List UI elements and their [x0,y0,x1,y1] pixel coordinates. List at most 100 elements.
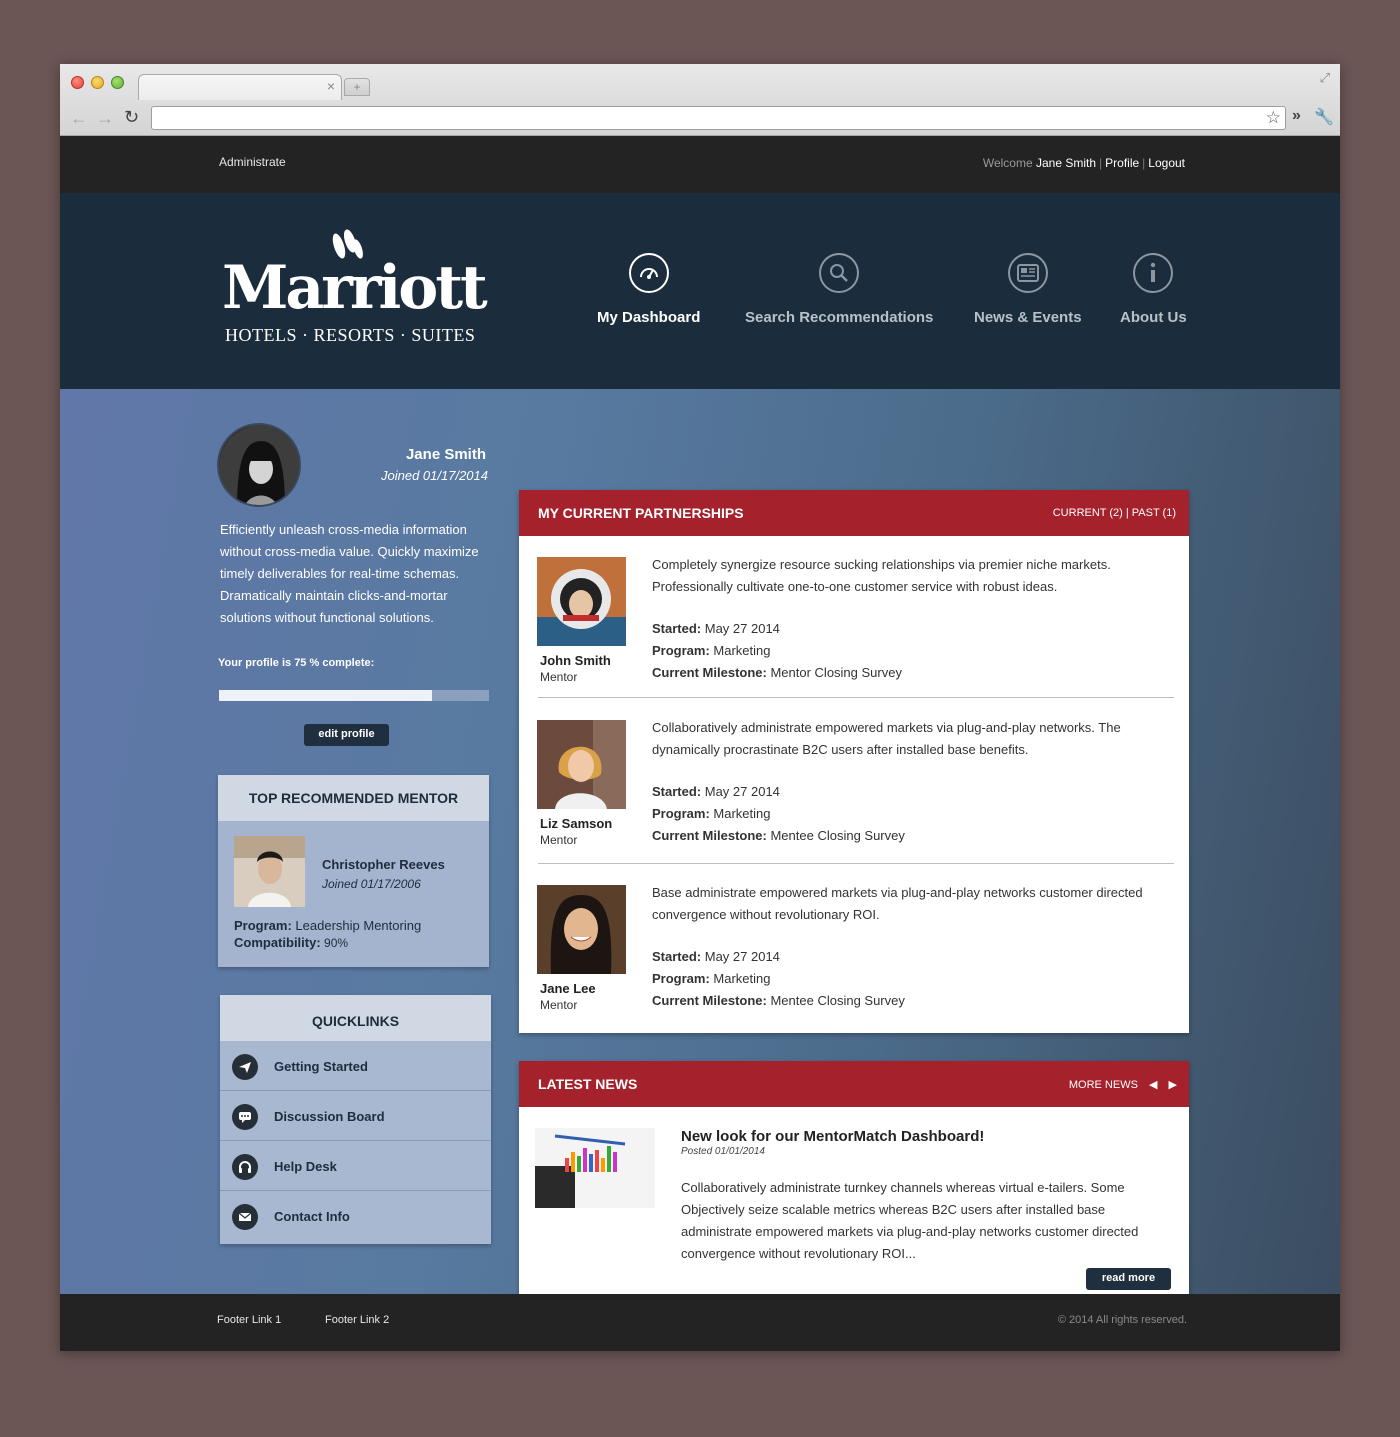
browser-window: × + ⤢ ← → ↻ ☆ » 🔧 Administrate Welcome J… [60,64,1340,1351]
quicklink-label: Getting Started [274,1059,368,1074]
fullscreen-icon[interactable]: ⤢ [1320,70,1330,86]
started-label: Started: [652,949,702,964]
program-label: Program: [652,643,710,658]
new-tab-button[interactable]: + [344,78,370,96]
partner-role: Mentor [540,833,578,847]
extensions-chevron-icon[interactable]: » [1292,107,1301,125]
card-header: LATEST NEWS MORE NEWS ◀ ▶ [519,1061,1189,1107]
user-menu: Welcome Jane Smith | Profile | Logout [983,156,1185,170]
partner-photo[interactable] [537,557,626,646]
main-content: Jane Smith Joined 01/17/2014 Efficiently… [60,389,1340,1308]
partner-photo[interactable] [537,720,626,809]
nav-label: My Dashboard [597,309,701,326]
nav-label: Search Recommendations [745,309,934,326]
logo-wordmark: Marriott [222,253,488,323]
program-value: Marketing [713,971,771,986]
quicklink-label: Discussion Board [274,1109,385,1124]
nav-my-dashboard[interactable]: My Dashboard [597,253,700,326]
bookmark-star-icon[interactable]: ☆ [1266,108,1281,128]
back-arrow-icon[interactable]: ← [70,108,88,129]
program-label: Program: [234,918,292,933]
quicklink-getting-started[interactable]: Getting Started [220,1041,491,1091]
reload-icon[interactable]: ↻ [124,107,139,128]
edit-profile-button[interactable]: edit profile [304,724,389,746]
partnership-program: Program: Marketing [652,806,771,821]
program-label: Program: [652,806,710,821]
partner-name[interactable]: John Smith [540,653,611,668]
partnerships-filter[interactable]: CURRENT (2) | PAST (1) [1053,507,1176,519]
progress-fill [219,690,433,701]
quicklink-contact-info[interactable]: Contact Info [220,1191,491,1241]
next-arrow-icon[interactable]: ▶ [1169,1079,1177,1091]
address-bar[interactable]: ☆ [151,106,1286,130]
nav-news-events[interactable]: News & Events [974,253,1082,326]
milestone-label: Current Milestone: [652,993,767,1008]
nav-label: News & Events [974,309,1082,326]
quicklink-discussion-board[interactable]: Discussion Board [220,1091,491,1141]
partner-role: Mentor [540,670,578,684]
administrate-link[interactable]: Administrate [219,155,286,169]
news-title[interactable]: New look for our MentorMatch Dashboard! [681,1128,984,1145]
news-thumbnail[interactable] [535,1128,655,1208]
quicklink-help-desk[interactable]: Help Desk [220,1141,491,1191]
forward-arrow-icon[interactable]: → [96,108,114,129]
mentor-compatibility: Compatibility: 90% [234,935,348,950]
wrench-menu-icon[interactable]: 🔧 [1314,107,1334,127]
mentor-photo[interactable] [234,836,305,907]
partner-name[interactable]: Liz Samson [540,816,612,831]
partner-role: Mentor [540,998,578,1012]
profile-progress-bar [219,690,489,701]
profile-avatar[interactable] [217,423,301,507]
profile-completion-text: Your profile is 75 % complete: [218,657,375,669]
profile-joined-date: Joined 01/17/2014 [381,468,488,483]
more-news-link[interactable]: MORE NEWS [1069,1079,1138,1091]
partner-photo[interactable] [537,885,626,974]
nav-label: About Us [1120,309,1187,326]
quicklink-label: Help Desk [274,1159,337,1174]
mentor-name[interactable]: Christopher Reeves [322,857,445,872]
profile-bio: Efficiently unleash cross-media informat… [220,522,479,625]
search-icon [819,253,860,293]
partnership-started: Started: May 27 2014 [652,784,780,799]
footer-link-1[interactable]: Footer Link 1 [217,1314,281,1326]
maximize-window-button[interactable] [111,76,124,89]
close-tab-icon[interactable]: × [327,78,335,94]
footer-link-2[interactable]: Footer Link 2 [325,1314,389,1326]
panel-heading: TOP RECOMMENDED MENTOR [218,775,489,821]
copyright-text: © 2014 All rights reserved. [1057,1314,1187,1326]
program-label: Program: [652,971,710,986]
compatibility-label: Compatibility: [234,935,321,950]
site-footer: Footer Link 1 Footer Link 2 © 2014 All r… [60,1294,1340,1351]
milestone-label: Current Milestone: [652,828,767,843]
browser-chrome: × + ⤢ ← → ↻ ☆ » 🔧 [60,64,1340,136]
started-label: Started: [652,621,702,636]
partnership-program: Program: Marketing [652,971,771,986]
paper-plane-icon [232,1054,258,1080]
profile-link[interactable]: Profile [1105,156,1139,170]
news-pager: MORE NEWS ◀ ▶ [1069,1078,1177,1091]
nav-about-us[interactable]: About Us [1120,253,1187,326]
browser-tab[interactable]: × [138,74,342,100]
program-value: Marketing [713,643,771,658]
mentor-joined-date: Joined 01/17/2006 [322,877,421,891]
marriott-logo[interactable]: Marriott HOTELS · RESORTS · SUITES [222,227,488,347]
partnership-program: Program: Marketing [652,643,771,658]
read-more-button[interactable]: read more [1086,1268,1171,1290]
user-name-link[interactable]: Jane Smith [1036,156,1096,170]
milestone-value: Mentor Closing Survey [770,665,902,680]
partnership-milestone: Current Milestone: Mentee Closing Survey [652,828,905,843]
dashboard-icon [628,253,669,293]
close-window-button[interactable] [71,76,84,89]
logout-link[interactable]: Logout [1148,156,1185,170]
nav-search-recommendations[interactable]: Search Recommendations [745,253,933,326]
panel-heading: QUICKLINKS [220,995,491,1041]
separator: | [1142,156,1146,170]
milestone-value: Mentee Closing Survey [770,993,905,1008]
prev-arrow-icon[interactable]: ◀ [1149,1079,1157,1091]
minimize-window-button[interactable] [91,76,104,89]
partner-name[interactable]: Jane Lee [540,981,596,996]
chat-icon [232,1104,258,1130]
latest-news-card: LATEST NEWS MORE NEWS ◀ ▶ New look for o… [519,1061,1189,1308]
compatibility-value: 90% [324,936,349,950]
top-recommended-mentor-panel: TOP RECOMMENDED MENTOR Christopher Reeve… [218,775,489,967]
